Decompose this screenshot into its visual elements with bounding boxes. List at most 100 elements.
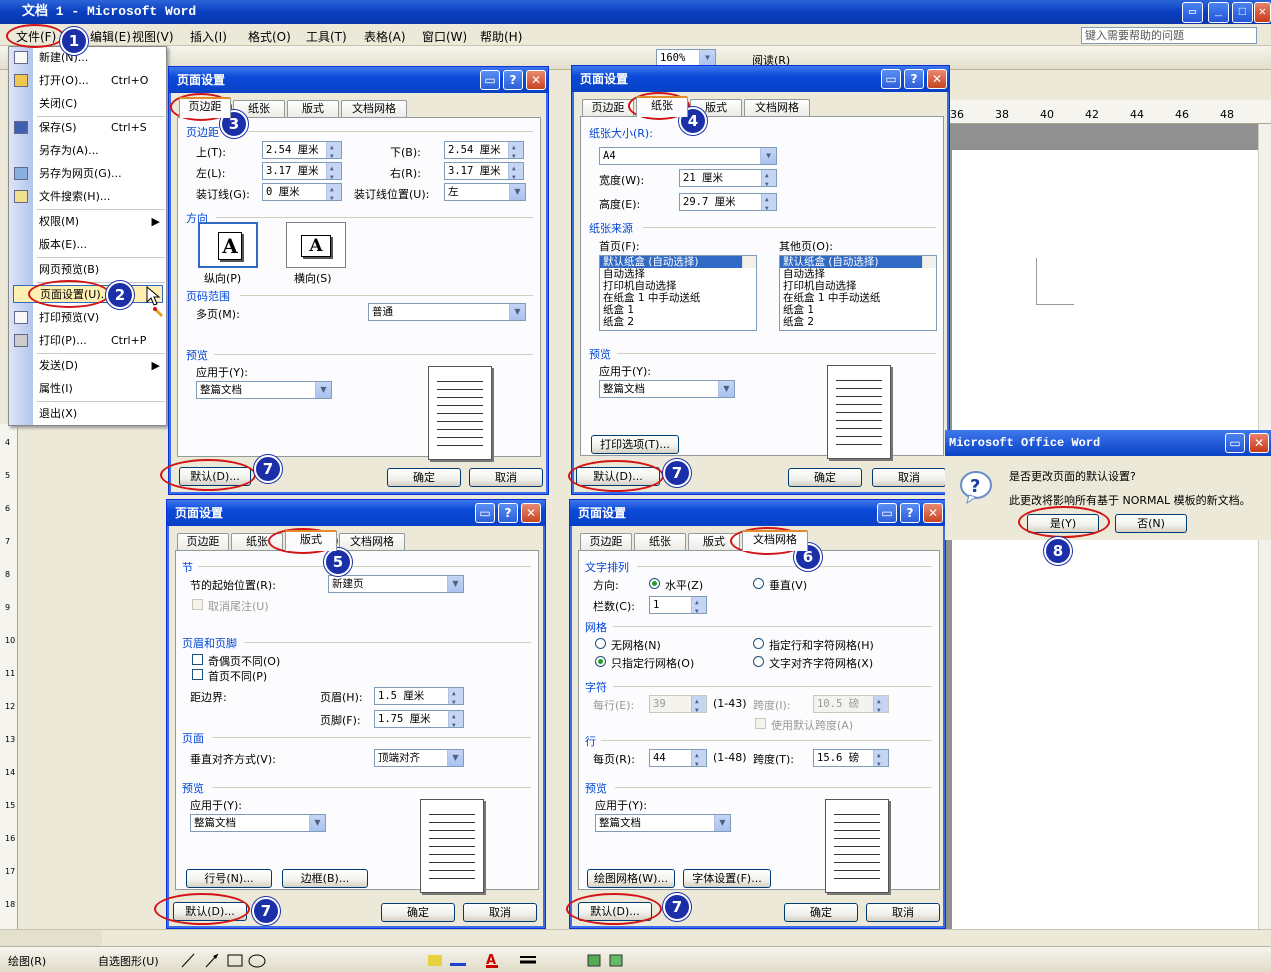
menu-item-versions[interactable]: 版本(E)... <box>39 236 164 254</box>
tab-layout[interactable]: 版式 <box>287 100 339 117</box>
close-icon[interactable]: ✕ <box>927 69 947 89</box>
ok-button[interactable]: 确定 <box>784 903 858 922</box>
multi-pages-select[interactable]: 普通 ▼ <box>368 303 526 321</box>
close-icon[interactable]: ✕ <box>1254 2 1271 23</box>
menu-item-file-search[interactable]: 文件搜索(H)... <box>39 188 164 206</box>
footer-distance-input[interactable]: 1.75 厘米 <box>374 710 464 728</box>
draw-menu[interactable]: 绘图(R) <box>8 953 46 969</box>
top-margin-input[interactable]: 2.54 厘米 <box>262 141 342 159</box>
tab-margins[interactable]: 页边距 <box>580 533 632 550</box>
list-item[interactable]: 默认纸盒 (自动选择) <box>600 256 756 268</box>
close-icon[interactable]: ✕ <box>923 503 943 523</box>
first-page-checkbox[interactable] <box>192 669 203 680</box>
restore-icon[interactable]: ▭ <box>877 503 897 523</box>
list-item[interactable]: 在纸盒 1 中手动送纸 <box>780 292 936 304</box>
list-item[interactable]: 自动选择 <box>600 268 756 280</box>
menu-tools[interactable]: 工具(T) <box>306 28 347 45</box>
paper-width-input[interactable]: 21 厘米 <box>679 169 777 187</box>
menu-format[interactable]: 格式(O) <box>248 28 291 45</box>
list-item[interactable]: 纸盒 2 <box>780 316 936 328</box>
gutter-input[interactable]: 0 厘米 <box>262 183 342 201</box>
horizontal-radio[interactable] <box>649 578 660 589</box>
right-margin-input[interactable]: 3.17 厘米 <box>444 162 524 180</box>
menu-item-send[interactable]: 发送(D) ▶ <box>39 357 164 375</box>
menu-item-new[interactable]: 新建(N)... <box>39 49 164 67</box>
section-start-select[interactable]: 新建页 ▼ <box>328 575 464 593</box>
menu-item-close[interactable]: 关闭(C) <box>39 95 164 113</box>
other-pages-tray-list[interactable]: 默认纸盒 (自动选择) 自动选择 打印机自动选择 在纸盒 1 中手动送纸 纸盒 … <box>779 255 937 331</box>
apply-to-select[interactable]: 整篇文档 ▼ <box>595 814 731 832</box>
tab-paper[interactable]: 纸张 <box>634 533 686 550</box>
tab-layout[interactable]: 版式 <box>285 530 337 551</box>
borders-button[interactable]: 边框(B)... <box>282 869 368 888</box>
line-pitch-input[interactable]: 15.6 磅 <box>813 749 889 767</box>
close-icon[interactable]: ✕ <box>1249 433 1269 453</box>
menu-item-save-web[interactable]: 另存为网页(G)... <box>39 165 164 183</box>
line-numbers-button[interactable]: 行号(N)... <box>186 869 272 888</box>
paper-size-select[interactable]: A4 ▼ <box>599 147 777 165</box>
suppress-endnotes-checkbox[interactable] <box>192 599 203 610</box>
columns-input[interactable]: 1 <box>649 596 707 614</box>
landscape-option[interactable]: A <box>286 222 346 268</box>
help-icon[interactable]: ? <box>498 503 518 523</box>
tab-margins[interactable]: 页边距 <box>582 99 634 116</box>
spinner[interactable] <box>761 194 776 210</box>
list-item[interactable]: 打印机自动选择 <box>780 280 936 292</box>
spinner[interactable] <box>326 142 341 158</box>
cancel-button[interactable]: 取消 <box>463 903 537 922</box>
lines-and-chars-radio[interactable] <box>753 638 764 649</box>
menu-insert[interactable]: 插入(I) <box>190 28 227 45</box>
list-item[interactable]: 自动选择 <box>780 268 936 280</box>
zoom-select[interactable]: 160% ▼ <box>656 49 716 66</box>
menu-edit[interactable]: 编辑(E) <box>90 28 131 45</box>
tab-doc-grid[interactable]: 文档网格 <box>339 533 405 550</box>
menu-item-print[interactable]: 打印(P)... Ctrl+P <box>39 332 164 350</box>
restore-icon[interactable]: ▭ <box>1182 2 1203 23</box>
spinner[interactable] <box>508 163 523 179</box>
chars-per-line-input[interactable]: 39 <box>649 695 707 713</box>
menu-item-properties[interactable]: 属性(I) <box>39 380 164 398</box>
maximize-icon[interactable]: □ <box>1232 2 1253 23</box>
restore-icon[interactable]: ▭ <box>881 69 901 89</box>
odd-even-checkbox[interactable] <box>192 654 203 665</box>
drawing-tool-icons[interactable]: A <box>180 951 640 969</box>
portrait-option[interactable]: A <box>198 222 258 268</box>
tab-paper[interactable]: 纸张 <box>636 96 688 117</box>
ok-button[interactable]: 确定 <box>788 468 862 487</box>
spinner[interactable] <box>448 711 463 727</box>
list-scrollbar[interactable] <box>742 256 756 268</box>
close-icon[interactable]: ✕ <box>526 70 546 90</box>
list-item[interactable]: 默认纸盒 (自动选择) <box>780 256 936 268</box>
list-item[interactable]: 纸盒 1 <box>780 304 936 316</box>
help-search-input[interactable]: 键入需要帮助的问题 <box>1081 27 1257 44</box>
spinner[interactable] <box>448 688 463 704</box>
restore-icon[interactable]: ▭ <box>480 70 500 90</box>
spinner[interactable] <box>691 597 706 613</box>
first-page-tray-list[interactable]: 默认纸盒 (自动选择) 自动选择 打印机自动选择 在纸盒 1 中手动送纸 纸盒 … <box>599 255 757 331</box>
lines-only-radio[interactable] <box>595 656 606 667</box>
list-item[interactable]: 纸盒 2 <box>600 316 756 328</box>
spinner[interactable] <box>508 142 523 158</box>
no-button[interactable]: 否(N) <box>1115 514 1187 533</box>
spinner[interactable] <box>691 696 706 712</box>
cancel-button[interactable]: 取消 <box>469 468 543 487</box>
apply-to-select[interactable]: 整篇文档 ▼ <box>196 381 332 399</box>
tab-doc-grid[interactable]: 文档网格 <box>341 100 407 117</box>
spinner[interactable] <box>761 170 776 186</box>
menu-window[interactable]: 窗口(W) <box>422 28 467 45</box>
char-pitch-input[interactable]: 10.5 磅 <box>813 695 889 713</box>
tab-margins[interactable]: 页边距 <box>177 533 229 550</box>
print-options-button[interactable]: 打印选项(T)... <box>591 435 679 454</box>
menu-help[interactable]: 帮助(H) <box>480 28 522 45</box>
snap-chars-radio[interactable] <box>753 656 764 667</box>
ok-button[interactable]: 确定 <box>381 903 455 922</box>
help-icon[interactable]: ? <box>503 70 523 90</box>
cancel-button[interactable]: 取消 <box>872 468 946 487</box>
restore-icon[interactable]: ▭ <box>1225 433 1245 453</box>
list-item[interactable]: 在纸盒 1 中手动送纸 <box>600 292 756 304</box>
bottom-margin-input[interactable]: 2.54 厘米 <box>444 141 524 159</box>
spinner[interactable] <box>326 163 341 179</box>
ok-button[interactable]: 确定 <box>387 468 461 487</box>
menu-item-permission[interactable]: 权限(M) ▶ <box>39 213 164 231</box>
gutter-position-select[interactable]: 左 ▼ <box>444 183 526 201</box>
